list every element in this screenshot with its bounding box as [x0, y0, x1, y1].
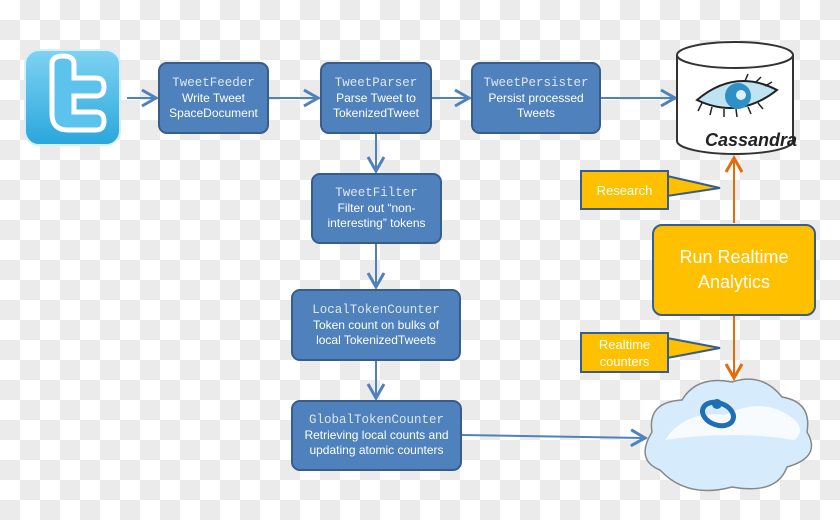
node-desc: Tweets — [516, 105, 555, 120]
node-desc: Retrieving local counts and — [304, 428, 449, 442]
node-desc: SpaceDocument — [169, 105, 258, 120]
local-token-counter-node[interactable]: LocalTokenCounter Token count on bulks o… — [291, 289, 461, 361]
run-realtime-analytics-node[interactable]: Run Realtime Analytics — [652, 224, 816, 316]
node-desc: updating atomic counters — [309, 443, 444, 457]
tweet-parser-node[interactable]: TweetParser Parse Tweet to TokenizedTwee… — [320, 62, 432, 134]
callout-text: counters — [599, 353, 650, 369]
node-name: TweetParser — [334, 75, 418, 90]
node-name: GlobalTokenCounter — [308, 413, 445, 427]
arrow-global-cloud — [461, 428, 649, 448]
twitter-logo-icon — [24, 49, 121, 146]
node-name: TweetPersister — [483, 75, 589, 90]
tweet-persister-node[interactable]: TweetPersister Persist processed Tweets — [471, 62, 601, 134]
node-name: TweetFilter — [335, 186, 418, 200]
tweet-feeder-node[interactable]: TweetFeeder Write Tweet SpaceDocument — [158, 62, 269, 134]
node-desc: local TokenizedTweets — [316, 332, 436, 347]
analytics-label: Analytics — [697, 272, 771, 292]
node-name: LocalTokenCounter — [312, 302, 440, 317]
node-desc: interesting” tokens — [327, 216, 426, 230]
research-callout-pointer — [666, 174, 721, 198]
cloud-icon — [644, 378, 813, 492]
node-name: TweetFeeder — [172, 75, 255, 90]
research-callout: Research — [580, 170, 669, 210]
global-token-counter-node[interactable]: GlobalTokenCounter Retrieving local coun… — [291, 400, 462, 471]
counters-callout-pointer — [666, 336, 721, 360]
analytics-label: Run Realtime — [679, 247, 789, 267]
node-desc: Parse Tweet to — [336, 90, 416, 105]
node-desc: Persist processed — [488, 90, 584, 105]
callout-text: Research — [596, 182, 653, 198]
node-desc: Write Tweet — [182, 90, 245, 105]
tweet-filter-node[interactable]: TweetFilter Filter out “non- interesting… — [311, 173, 442, 244]
node-desc: Token count on bulks of — [312, 317, 440, 332]
callout-text: Realtime — [598, 336, 651, 352]
cassandra-label: Cassandra — [705, 130, 798, 150]
node-desc: TokenizedTweet — [332, 105, 420, 120]
realtime-counters-callout: Realtime counters — [580, 332, 669, 373]
node-desc: Filter out “non- — [337, 201, 416, 215]
